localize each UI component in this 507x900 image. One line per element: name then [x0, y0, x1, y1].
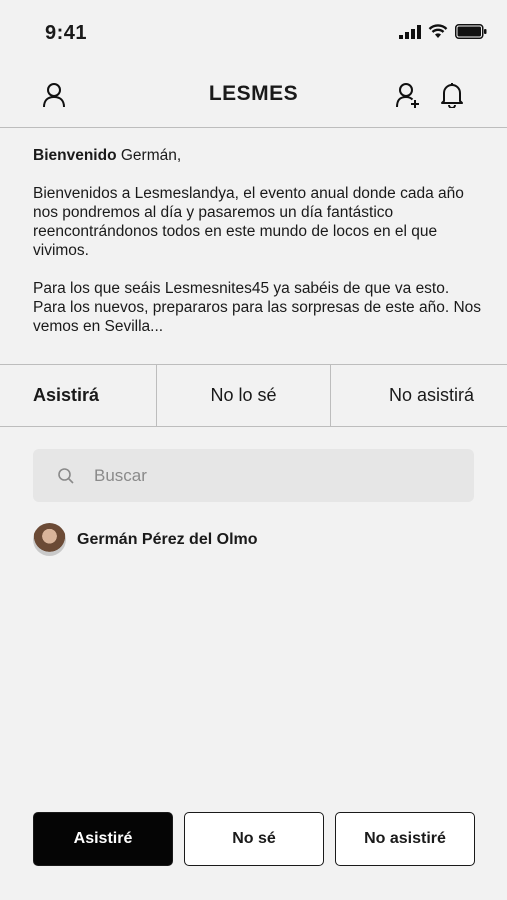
- attendance-actions: Asistiré No sé No asistiré: [33, 812, 475, 866]
- greeting: Bienvenido Germán,: [33, 146, 483, 165]
- add-user-icon: [396, 83, 419, 108]
- status-icons: [399, 24, 487, 39]
- signal-icon: [399, 24, 421, 39]
- not-attend-button[interactable]: No asistiré: [335, 812, 475, 866]
- battery-icon: [455, 24, 487, 39]
- bell-icon: [441, 83, 463, 108]
- greeting-name: Germán,: [116, 147, 182, 164]
- attend-button[interactable]: Asistiré: [33, 812, 173, 866]
- search-icon: [58, 467, 74, 484]
- attendance-tabs: Asistirá No lo sé No asistirá: [0, 364, 507, 427]
- greeting-bold: Bienvenido: [33, 147, 117, 164]
- wifi-icon: [428, 24, 448, 38]
- notifications-button[interactable]: [437, 80, 467, 110]
- tab-asistira[interactable]: Asistirá: [0, 365, 157, 426]
- list-item[interactable]: Germán Pérez del Olmo: [33, 523, 258, 556]
- app-header: LESMES: [0, 66, 507, 128]
- welcome-paragraph-1: Bienvenidos a Lesmeslandya, el evento an…: [33, 185, 464, 259]
- status-bar: 9:41: [0, 0, 507, 66]
- search-input[interactable]: [94, 465, 454, 486]
- status-time: 9:41: [45, 22, 88, 44]
- app-title: LESMES: [208, 82, 299, 105]
- welcome-message: Bienvenido Germán, Bienvenidos a Lesmesl…: [33, 146, 483, 355]
- avatar: [33, 523, 66, 556]
- welcome-paragraph-2: Para los que seáis Lesmesnites45 ya sabé…: [33, 280, 482, 335]
- attendee-name: Germán Pérez del Olmo: [77, 530, 258, 548]
- tab-no-lo-se[interactable]: No lo sé: [157, 365, 331, 426]
- search-bar: [33, 449, 474, 502]
- tab-no-asistira[interactable]: No asistirá: [331, 365, 507, 426]
- add-user-button[interactable]: [393, 80, 423, 110]
- unsure-button[interactable]: No sé: [184, 812, 324, 866]
